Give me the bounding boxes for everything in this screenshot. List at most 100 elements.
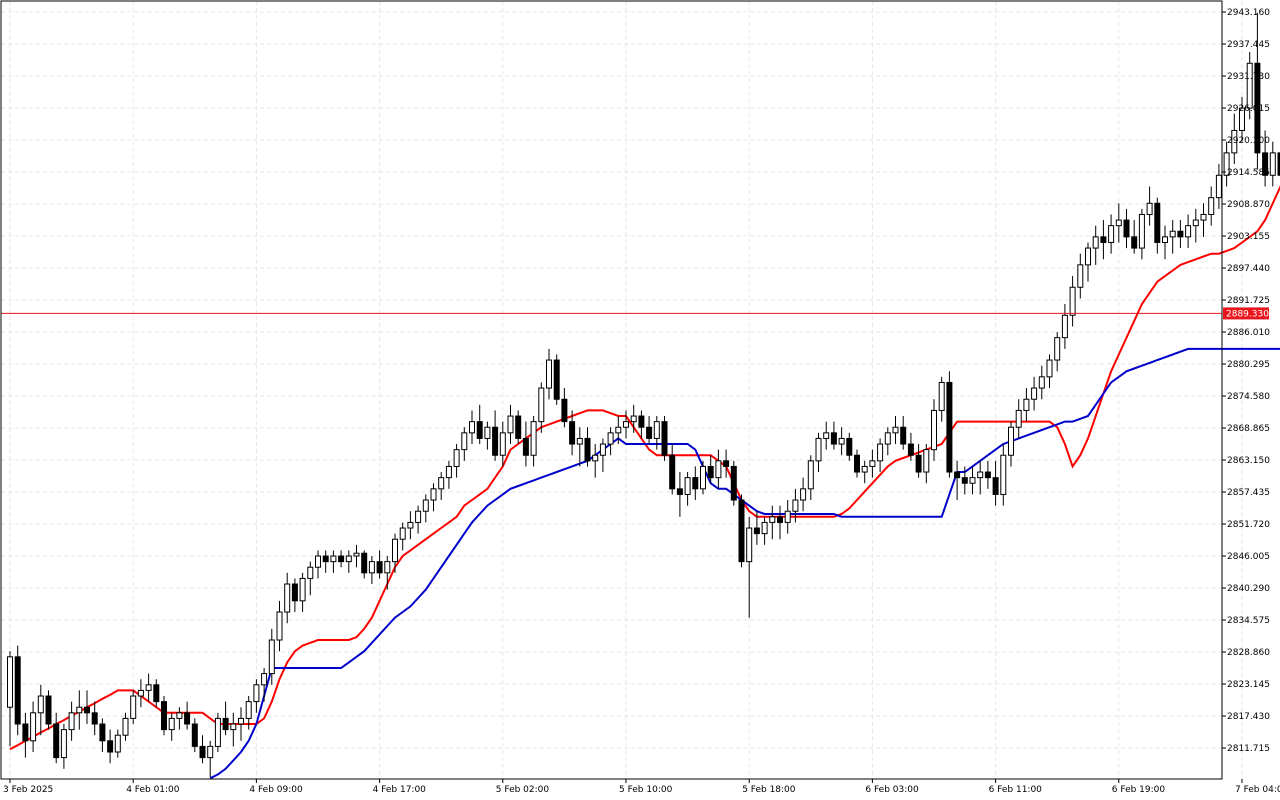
y-tick-label: 2811.715 bbox=[1227, 744, 1270, 754]
candle-body bbox=[1185, 225, 1192, 238]
candle-body bbox=[707, 465, 714, 479]
candle-body bbox=[807, 460, 814, 490]
candle-body bbox=[669, 454, 676, 490]
candle-body bbox=[907, 443, 914, 456]
candle-body bbox=[461, 432, 468, 451]
candle-body bbox=[630, 415, 637, 423]
candle-body bbox=[553, 359, 560, 400]
candle-body bbox=[107, 740, 114, 753]
y-tick-label: 2943.160 bbox=[1227, 8, 1270, 18]
candle-body bbox=[392, 538, 398, 563]
candle-body bbox=[176, 712, 183, 719]
candle-body bbox=[653, 421, 660, 439]
candle-body bbox=[661, 421, 668, 456]
candle-body bbox=[984, 471, 991, 479]
x-tick-label: 7 Feb 04:00 bbox=[1235, 785, 1280, 795]
candle-body bbox=[315, 555, 321, 568]
candle-body bbox=[1085, 247, 1091, 266]
candle-body bbox=[515, 415, 522, 439]
candle-body bbox=[30, 712, 37, 742]
candle-body bbox=[1169, 230, 1176, 238]
candle-body bbox=[592, 454, 599, 462]
candle-body bbox=[931, 409, 937, 451]
candle-body bbox=[1177, 230, 1184, 238]
candle-body bbox=[599, 443, 606, 456]
candle-body bbox=[1146, 202, 1153, 215]
y-tick-label: 2886.010 bbox=[1227, 328, 1270, 338]
x-tick-label: 6 Feb 11:00 bbox=[989, 785, 1043, 795]
candle-body bbox=[99, 723, 106, 742]
candle-body bbox=[438, 477, 445, 490]
y-tick-label: 2880.295 bbox=[1227, 360, 1270, 370]
candle-body bbox=[1138, 213, 1145, 249]
candle-body bbox=[884, 432, 891, 445]
candle-body bbox=[954, 471, 961, 479]
candle-body bbox=[353, 552, 360, 557]
candle-body bbox=[730, 465, 737, 501]
chart-background bbox=[0, 0, 1280, 800]
candle-body bbox=[168, 717, 175, 731]
candle-body bbox=[923, 449, 930, 473]
candle-body bbox=[692, 477, 699, 490]
y-tick-label: 2931.730 bbox=[1227, 72, 1270, 82]
x-tick-label: 6 Feb 19:00 bbox=[1112, 785, 1166, 795]
candle-body bbox=[345, 555, 352, 563]
candle-body bbox=[777, 516, 783, 523]
candle-body bbox=[207, 745, 214, 759]
candle-body bbox=[784, 510, 791, 523]
candle-body bbox=[1100, 236, 1107, 243]
candle-body bbox=[445, 465, 452, 479]
candle-body bbox=[1123, 219, 1130, 238]
candle-body bbox=[238, 717, 244, 725]
x-tick-label: 4 Feb 09:00 bbox=[249, 785, 303, 795]
candle-body bbox=[676, 488, 683, 495]
y-tick-label: 2891.725 bbox=[1227, 296, 1270, 306]
candle-body bbox=[977, 471, 984, 479]
candle-body bbox=[1115, 219, 1122, 227]
candle-body bbox=[615, 426, 622, 434]
x-tick-label: 6 Feb 03:00 bbox=[865, 785, 919, 795]
candle-body bbox=[823, 432, 830, 439]
candle-body bbox=[307, 566, 314, 579]
candle-body bbox=[399, 527, 406, 540]
candle-body bbox=[199, 745, 206, 759]
candle-body bbox=[946, 381, 953, 473]
candle-body bbox=[723, 460, 730, 467]
candle-body bbox=[368, 561, 375, 574]
candle-body bbox=[453, 449, 460, 467]
candle-body bbox=[7, 656, 13, 708]
candle-body bbox=[892, 426, 899, 434]
candle-body bbox=[430, 488, 437, 501]
candle-body bbox=[376, 561, 383, 574]
candle-body bbox=[738, 499, 745, 563]
candle-body bbox=[68, 712, 75, 731]
candle-body bbox=[900, 426, 907, 445]
candle-body bbox=[261, 673, 268, 686]
candle-body bbox=[122, 717, 129, 736]
y-tick-label: 2851.720 bbox=[1227, 520, 1270, 530]
candle-body bbox=[276, 611, 283, 641]
candle-body bbox=[145, 684, 152, 691]
y-tick-label: 2868.865 bbox=[1227, 424, 1270, 434]
candle-body bbox=[476, 421, 483, 439]
candle-body bbox=[469, 421, 475, 434]
candle-body bbox=[861, 465, 868, 473]
candle-body bbox=[422, 499, 429, 512]
candle-body bbox=[1200, 213, 1207, 221]
candle-body bbox=[1023, 398, 1030, 411]
candle-body bbox=[761, 521, 768, 535]
candle-body bbox=[330, 555, 337, 563]
candle-body bbox=[84, 706, 90, 714]
candle-body bbox=[846, 437, 853, 456]
candle-body bbox=[877, 443, 884, 462]
candle-body bbox=[1092, 236, 1099, 249]
y-tick-label: 2823.145 bbox=[1227, 680, 1270, 690]
candle-body bbox=[1038, 376, 1045, 389]
candle-body bbox=[1108, 225, 1115, 243]
candle-body bbox=[407, 521, 414, 529]
candle-body bbox=[91, 712, 98, 725]
candle-body bbox=[253, 684, 260, 703]
y-tick-label: 2834.575 bbox=[1227, 616, 1270, 626]
candle-body bbox=[492, 426, 499, 456]
candle-body bbox=[1054, 337, 1061, 361]
